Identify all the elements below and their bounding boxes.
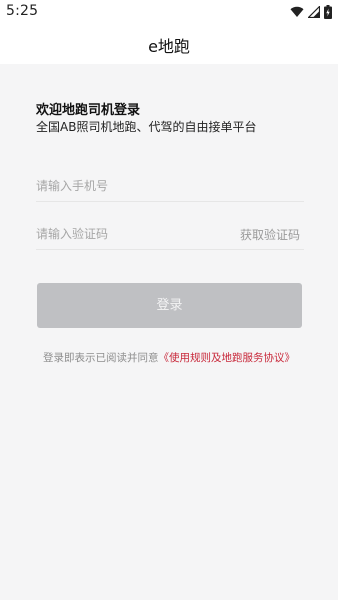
get-code-button[interactable]: 获取验证码 bbox=[240, 226, 300, 243]
battery-icon bbox=[324, 5, 332, 19]
wifi-icon bbox=[290, 6, 304, 18]
code-field: 获取验证码 bbox=[36, 221, 304, 250]
signal-icon bbox=[308, 6, 320, 18]
phone-field bbox=[36, 173, 304, 202]
status-bar: 5:25 bbox=[0, 0, 338, 24]
agreement-text: 登录即表示已阅读并同意《使用规则及地跑服务协议》 bbox=[0, 350, 338, 365]
agreement-link[interactable]: 《使用规则及地跑服务协议》 bbox=[159, 352, 296, 364]
status-icons bbox=[290, 4, 332, 20]
phone-input[interactable] bbox=[36, 173, 216, 199]
page-title: e地跑 bbox=[148, 37, 190, 56]
agreement-prefix: 登录即表示已阅读并同意 bbox=[43, 352, 159, 364]
welcome-title: 欢迎地跑司机登录 bbox=[36, 103, 141, 118]
welcome-subtitle: 全国AB照司机地跑、代驾的自由接单平台 bbox=[36, 120, 257, 134]
verification-code-input[interactable] bbox=[36, 221, 216, 247]
app-header: e地跑 bbox=[0, 24, 338, 64]
status-time: 5:25 bbox=[6, 3, 39, 19]
login-button[interactable]: 登录 bbox=[37, 283, 302, 328]
